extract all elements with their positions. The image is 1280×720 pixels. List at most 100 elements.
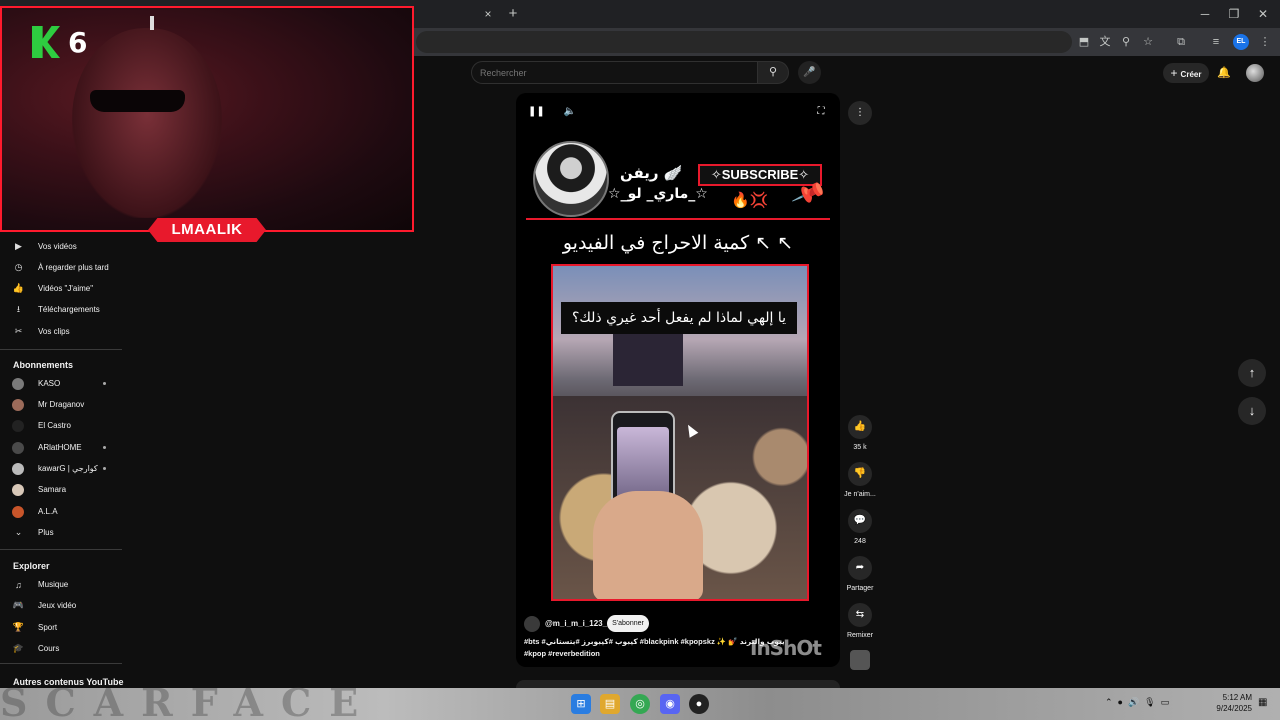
sidebar-sub-item[interactable]: El Castro	[0, 415, 122, 436]
sidebar-item-your-videos[interactable]: ▶ Vos vidéos	[0, 236, 122, 257]
remix-button[interactable]: ⇆	[848, 603, 872, 627]
install-app-icon[interactable]: ⬒	[1075, 33, 1093, 51]
mic-icon: 🎤	[803, 67, 816, 78]
thumbs-up-icon: 👍	[853, 421, 867, 432]
extensions-icon[interactable]: ⧉	[1172, 33, 1190, 51]
restore-button[interactable]: ❐	[1225, 5, 1243, 23]
download-icon: ⭳	[16, 303, 21, 314]
previous-short-button[interactable]: ↑	[1238, 359, 1266, 387]
new-content-dot	[103, 446, 106, 449]
system-tray[interactable]: ⌃ ● 🔊 🎙 ▭	[1105, 697, 1174, 708]
hand	[593, 491, 703, 599]
sidebar-item-sport[interactable]: 🏆 Sport	[0, 617, 122, 638]
profile-avatar[interactable]: EL	[1233, 34, 1249, 50]
chrome-icon[interactable]: ◎	[630, 694, 650, 714]
obs-icon[interactable]: ●	[689, 694, 709, 714]
sidebar-divider	[0, 549, 122, 550]
omnibox[interactable]	[416, 31, 1072, 53]
channel-avatar	[12, 483, 24, 496]
clock-icon: ◷	[14, 262, 23, 272]
sidebar-sub-item[interactable]: Samara	[0, 479, 122, 500]
graduation-cap-icon: 🎓	[12, 643, 25, 653]
pause-icon[interactable]: ❚❚	[528, 104, 545, 120]
account-avatar[interactable]	[1246, 64, 1264, 82]
notification-icon[interactable]: ▦	[1258, 697, 1267, 708]
play-square-icon: ▶	[15, 241, 22, 251]
sidebar-item-music[interactable]: ♫ Musique	[0, 574, 122, 595]
sidebar-sub-item[interactable]: A.L.A	[0, 501, 122, 522]
window-close-button[interactable]: ✕	[1254, 5, 1272, 23]
close-tab-button[interactable]: ×	[480, 6, 496, 22]
comment-icon: 💬	[853, 515, 867, 526]
author-handle[interactable]: @m_i_m_i_123_2	[545, 619, 612, 628]
new-tab-button[interactable]: +	[505, 5, 521, 23]
new-content-dot	[103, 467, 106, 470]
bookmark-star-icon[interactable]: ☆	[1139, 33, 1157, 51]
share-button[interactable]: ➦	[848, 556, 872, 580]
channel-avatar	[12, 377, 24, 390]
sidebar-sub-item[interactable]: kawarG | كوارجي	[0, 458, 122, 479]
streamer-face	[72, 28, 222, 218]
channel-title-line2: ☆_ماري_ لو_☆	[608, 186, 708, 202]
sidebar-divider	[0, 663, 122, 664]
sidebar-sub-item[interactable]: ARlatHOME	[0, 437, 122, 458]
file-explorer-icon[interactable]: ▤	[600, 694, 620, 714]
music-note-icon: ♫	[15, 579, 22, 590]
video-frame[interactable]: يا إلهي لماذا لم يفعل أحد غيري ذلك؟	[551, 264, 809, 601]
arrow-down-icon: ↓	[1248, 403, 1256, 418]
comments-button[interactable]: 💬	[848, 509, 872, 533]
channel-profile-image	[533, 141, 609, 217]
clock-time: 5:12 AM	[1222, 693, 1252, 702]
create-button[interactable]: + Créer	[1163, 63, 1209, 83]
author-avatar[interactable]	[524, 616, 540, 632]
media-control-icon[interactable]: ≡	[1207, 33, 1225, 51]
remix-icon: ⇆	[855, 609, 865, 620]
volume-icon[interactable]: 🔈	[562, 104, 578, 120]
description-line1[interactable]: #bts #كيبوب #كيبوبرز #بتستاني #blackpink…	[524, 637, 784, 646]
sidebar-item-courses[interactable]: 🎓 Cours	[0, 638, 122, 659]
zoom-icon[interactable]: ⚲	[1117, 33, 1135, 51]
kebab-menu-icon[interactable]: ⋮	[1256, 33, 1274, 51]
video-caption: كمية الاحراج في الفيديو ↖ ↖	[562, 232, 794, 254]
voice-search-button[interactable]: 🎤	[798, 61, 821, 84]
sidebar-sub-item[interactable]: KASO	[0, 373, 122, 394]
dislike-label: Je n'aim...	[844, 491, 876, 498]
sound-thumbnail[interactable]	[850, 650, 870, 670]
sidebar-item-liked-videos[interactable]: 👍 Vidéos "J'aime"	[0, 278, 122, 299]
sidebar-divider	[0, 349, 122, 350]
description-line2[interactable]: #kpop #reverbedition	[524, 649, 600, 658]
windows-start-icon[interactable]: ⊞	[571, 694, 591, 714]
discord-icon[interactable]: ◉	[660, 694, 680, 714]
fire-icon: 🔥💢	[731, 192, 769, 209]
like-button[interactable]: 👍	[848, 415, 872, 439]
k-logo-icon	[32, 26, 60, 58]
dislike-button[interactable]: 👎	[848, 462, 872, 486]
bell-icon[interactable]: 🔔	[1216, 66, 1232, 82]
new-content-dot	[103, 382, 106, 385]
translate-icon[interactable]: 文	[1096, 33, 1114, 51]
minimize-button[interactable]: ─	[1196, 5, 1214, 23]
subscribe-button[interactable]: S'abonner	[607, 615, 649, 632]
share-arrow-icon: ➦	[855, 562, 865, 573]
more-options-icon[interactable]: ⋮	[848, 101, 872, 125]
video-overlay-text: يا إلهي لماذا لم يفعل أحد غيري ذلك؟	[561, 302, 797, 334]
comment-count: 248	[854, 538, 866, 545]
share-label: Partager	[846, 585, 874, 592]
sidebar-item-watch-later[interactable]: ◷ À regarder plus tard	[0, 257, 122, 278]
remix-label: Remixer	[846, 632, 874, 639]
search-button[interactable]: ⚲	[757, 61, 789, 84]
sidebar-sub-item[interactable]: Mr Draganov	[0, 394, 122, 415]
clock-date: 9/24/2025	[1216, 704, 1252, 713]
streamer-name-banner: LMAALIK	[148, 218, 266, 242]
sidebar-item-gaming[interactable]: 🎮 Jeux vidéo	[0, 595, 122, 616]
search-input[interactable]	[471, 61, 757, 84]
sidebar-item-your-clips[interactable]: ✂ Vos clips	[0, 321, 122, 342]
header-divider	[526, 218, 830, 220]
fullscreen-icon[interactable]: ⛶	[813, 104, 829, 120]
channel-avatar	[12, 462, 24, 475]
taskbar-clock[interactable]: 5:12 AM 9/24/2025	[1208, 692, 1252, 714]
sidebar-item-downloads[interactable]: ⭳ Téléchargements	[0, 299, 122, 320]
sidebar-item-more[interactable]: ⌄ Plus	[0, 522, 122, 543]
next-short-button[interactable]: ↓	[1238, 397, 1266, 425]
like-count: 35 k	[853, 444, 867, 451]
